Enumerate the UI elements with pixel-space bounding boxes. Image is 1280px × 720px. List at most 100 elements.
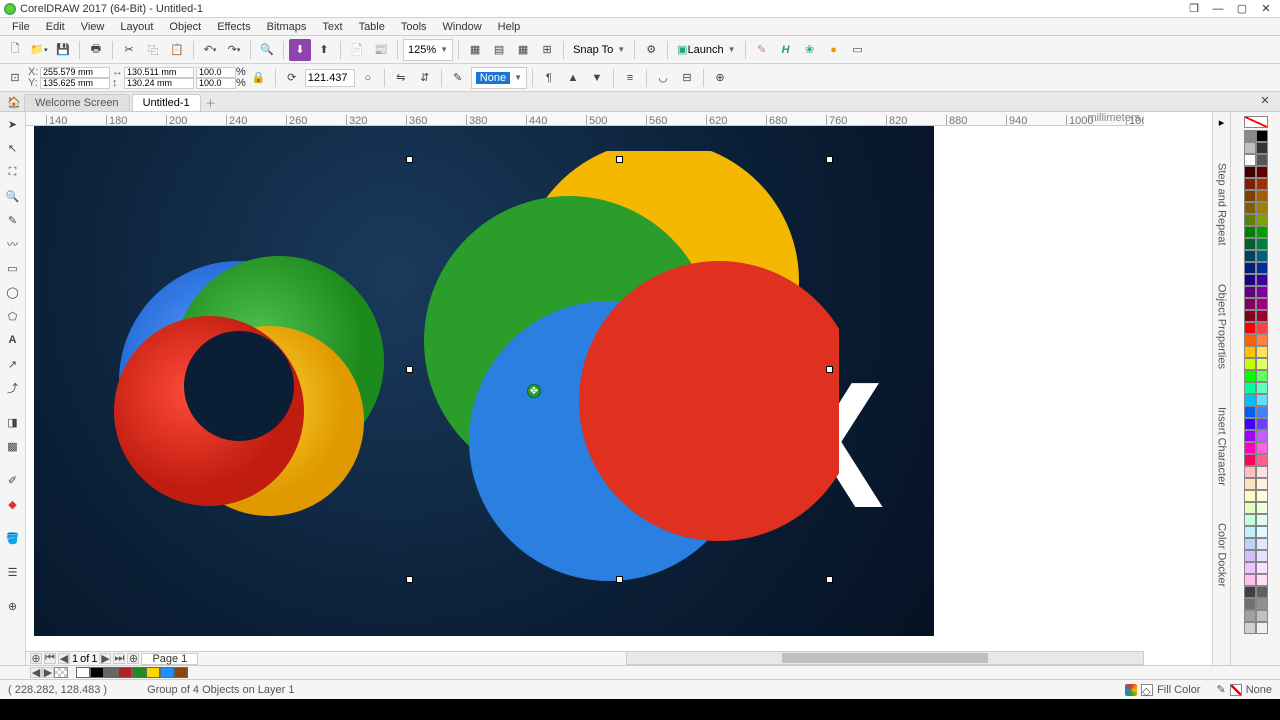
color-swatch[interactable] (1244, 310, 1256, 322)
add-preset-icon[interactable]: ⊕ (709, 67, 731, 89)
app-link5-icon[interactable]: ▭ (847, 39, 869, 61)
drawing-canvas[interactable]: naX ✥ (34, 126, 1212, 651)
drop-shadow-icon[interactable]: ◨ (2, 412, 24, 432)
selection-handle[interactable] (826, 576, 833, 583)
docker-insert-char[interactable]: Insert Character (1216, 403, 1228, 490)
tab-welcome[interactable]: Welcome Screen (24, 94, 130, 111)
outline-indicator[interactable]: ✎ None (1216, 683, 1272, 696)
quick-swatch[interactable] (146, 667, 160, 678)
width-input[interactable] (124, 67, 194, 78)
wrap-text-icon[interactable]: ¶ (538, 67, 560, 89)
page-add-after-icon[interactable]: ⊕ (127, 653, 139, 664)
color-swatch[interactable] (1256, 154, 1268, 166)
pos-y-input[interactable] (40, 78, 110, 89)
selection-handle[interactable] (616, 156, 623, 163)
menu-layout[interactable]: Layout (112, 21, 161, 33)
open-icon[interactable]: 📁▾ (28, 39, 50, 61)
paste-icon[interactable]: 📋 (166, 39, 188, 61)
color-swatch[interactable] (1256, 550, 1268, 562)
color-swatch[interactable] (1256, 598, 1268, 610)
import-icon[interactable]: ⬇ (289, 39, 311, 61)
color-swatch[interactable] (1256, 586, 1268, 598)
tab-document[interactable]: Untitled-1 (132, 94, 201, 111)
convert-curves-icon[interactable]: ◡ (652, 67, 674, 89)
color-swatch[interactable] (1256, 370, 1268, 382)
color-swatch[interactable] (1256, 214, 1268, 226)
color-swatch[interactable] (1256, 418, 1268, 430)
color-swatch[interactable] (1244, 250, 1256, 262)
new-icon[interactable]: 🗋 (4, 39, 26, 61)
color-swatch[interactable] (1256, 346, 1268, 358)
minimize-button[interactable]: — (1208, 2, 1228, 16)
color-swatch[interactable] (1244, 226, 1256, 238)
color-swatch[interactable] (1244, 202, 1256, 214)
publish-html-icon[interactable]: 📰 (370, 39, 392, 61)
color-swatch[interactable] (1256, 442, 1268, 454)
text-tool-icon[interactable]: A (2, 330, 24, 350)
color-swatch[interactable] (1244, 538, 1256, 550)
color-swatch[interactable] (1256, 310, 1268, 322)
page-next-icon[interactable]: ▶ (99, 653, 111, 664)
menu-view[interactable]: View (73, 21, 113, 33)
quick-swatch[interactable] (132, 667, 146, 678)
ungroup-icon[interactable]: ⊟ (676, 67, 698, 89)
docker-step-repeat[interactable]: Step and Repeat (1216, 159, 1228, 250)
zoom-select[interactable]: 125%▼ (403, 39, 453, 61)
export-icon[interactable]: ⬆ (313, 39, 335, 61)
quick-swatch[interactable] (174, 667, 188, 678)
color-swatch[interactable] (1244, 622, 1256, 634)
color-swatch[interactable] (1244, 562, 1256, 574)
color-swatch[interactable] (1256, 430, 1268, 442)
palette-left-icon[interactable]: ◀ (30, 667, 42, 678)
height-input[interactable] (124, 78, 194, 89)
selection-handle[interactable] (616, 576, 623, 583)
color-swatch[interactable] (1256, 490, 1268, 502)
color-swatch[interactable] (1244, 466, 1256, 478)
color-swatch[interactable] (1256, 538, 1268, 550)
fill-indicator[interactable]: ◇ Fill Color (1125, 684, 1200, 696)
undo-icon[interactable]: ↶▾ (199, 39, 221, 61)
page-last-icon[interactable]: ⏭ (113, 653, 125, 664)
color-swatch[interactable] (1244, 214, 1256, 226)
color-swatch[interactable] (1244, 166, 1256, 178)
options-icon[interactable]: ⚙ (640, 39, 662, 61)
selection-handle[interactable] (826, 366, 833, 373)
color-swatch[interactable] (1256, 238, 1268, 250)
color-swatch[interactable] (1244, 382, 1256, 394)
color-swatch[interactable] (1256, 226, 1268, 238)
color-swatch[interactable] (1244, 262, 1256, 274)
color-swatch[interactable] (1244, 490, 1256, 502)
scale-x-input[interactable] (196, 67, 236, 78)
ellipse-tool-icon[interactable]: ◯ (2, 282, 24, 302)
color-swatch[interactable] (1256, 178, 1268, 190)
color-swatch[interactable] (1244, 406, 1256, 418)
freehand-tool-icon[interactable]: ✎ (2, 210, 24, 230)
quick-swatch[interactable] (90, 667, 104, 678)
selection-handle[interactable] (406, 156, 413, 163)
color-swatch[interactable] (1244, 430, 1256, 442)
docker-color[interactable]: Color Docker (1216, 519, 1228, 591)
color-swatch[interactable] (1256, 262, 1268, 274)
copy-icon[interactable]: ⿻ (142, 39, 164, 61)
page-first-icon[interactable]: ⏮ (44, 653, 56, 664)
quick-swatch[interactable] (118, 667, 132, 678)
app-link4-icon[interactable]: ● (823, 39, 845, 61)
color-swatch[interactable] (1256, 574, 1268, 586)
smart-fill-icon[interactable]: 🪣 (2, 528, 24, 548)
interactive-fill-icon[interactable]: ◆ (2, 494, 24, 514)
page-tab[interactable]: Page 1 (141, 653, 198, 665)
color-swatch[interactable] (1244, 238, 1256, 250)
color-swatch[interactable] (1244, 394, 1256, 406)
quick-customize-icon[interactable]: ⊕ (2, 596, 24, 616)
color-swatch[interactable] (1256, 526, 1268, 538)
color-swatch[interactable] (1244, 346, 1256, 358)
color-swatch[interactable] (1256, 334, 1268, 346)
outline-tool-icon[interactable]: ☰ (2, 562, 24, 582)
color-swatch[interactable] (1256, 610, 1268, 622)
home-tab-icon[interactable]: 🏠 (4, 93, 24, 111)
align-icon[interactable]: ≡ (619, 67, 641, 89)
selection-handle[interactable] (406, 576, 413, 583)
menu-tools[interactable]: Tools (393, 21, 435, 33)
color-swatch[interactable] (1256, 514, 1268, 526)
menu-text[interactable]: Text (314, 21, 350, 33)
